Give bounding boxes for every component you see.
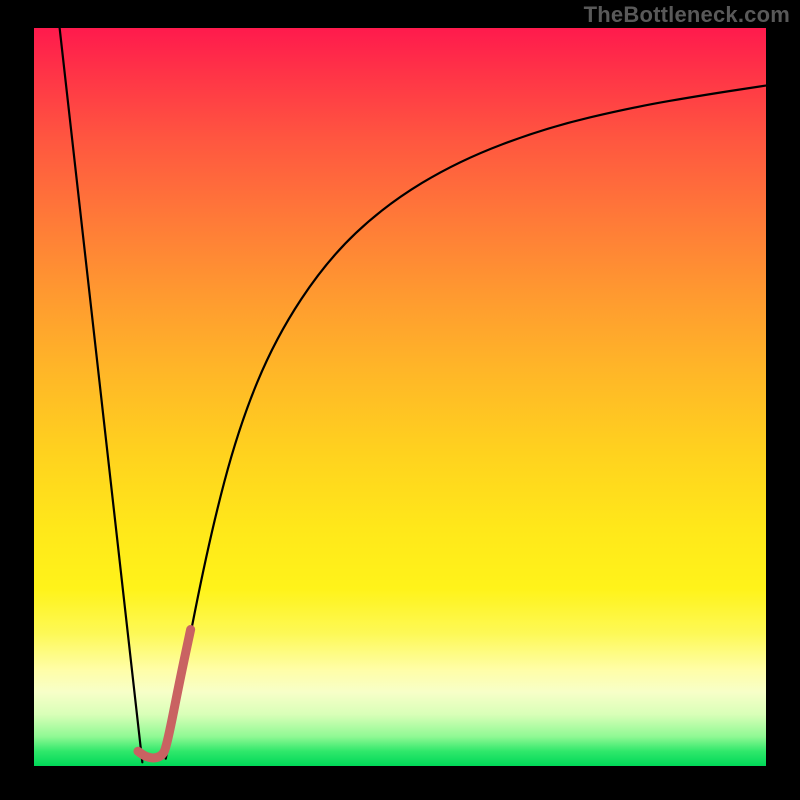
series-marker-J-stroke [138, 629, 191, 757]
series-left-fall-line [60, 28, 143, 762]
series-right-log-curve [166, 86, 766, 759]
plot-area [34, 28, 766, 766]
chart-svg [34, 28, 766, 766]
chart-frame: TheBottleneck.com [0, 0, 800, 800]
watermark-text: TheBottleneck.com [584, 2, 790, 28]
